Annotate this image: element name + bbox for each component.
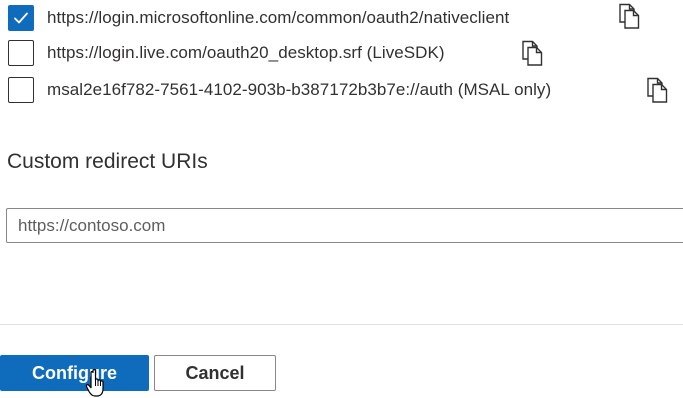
custom-redirect-uri-input[interactable]	[6, 208, 683, 243]
redirect-uri-row: https://login.live.com/oauth20_desktop.s…	[8, 40, 445, 66]
redirect-uri-text: msal2e16f782-7561-4102-903b-b387172b3b7e…	[47, 80, 552, 99]
redirect-uri-text: https://login.microsoftonline.com/common…	[47, 8, 510, 27]
copy-icon[interactable]	[520, 40, 544, 66]
section-title-custom-redirect: Custom redirect URIs	[7, 150, 208, 173]
redirect-uri-row: msal2e16f782-7561-4102-903b-b387172b3b7e…	[8, 77, 551, 103]
copy-icon[interactable]	[645, 77, 669, 103]
checkmark-icon	[14, 12, 28, 24]
redirect-uri-row: https://login.microsoftonline.com/common…	[8, 5, 509, 31]
cancel-button[interactable]: Cancel	[154, 355, 276, 391]
redirect-uri-text: https://login.live.com/oauth20_desktop.s…	[47, 43, 445, 62]
copy-icon[interactable]	[617, 3, 641, 29]
configure-button[interactable]: Configure	[0, 355, 149, 391]
footer-divider	[0, 324, 683, 325]
redirect-uri-checkbox[interactable]	[8, 40, 34, 66]
redirect-uri-checkbox[interactable]	[8, 77, 34, 103]
redirect-uri-checkbox[interactable]	[8, 5, 34, 31]
